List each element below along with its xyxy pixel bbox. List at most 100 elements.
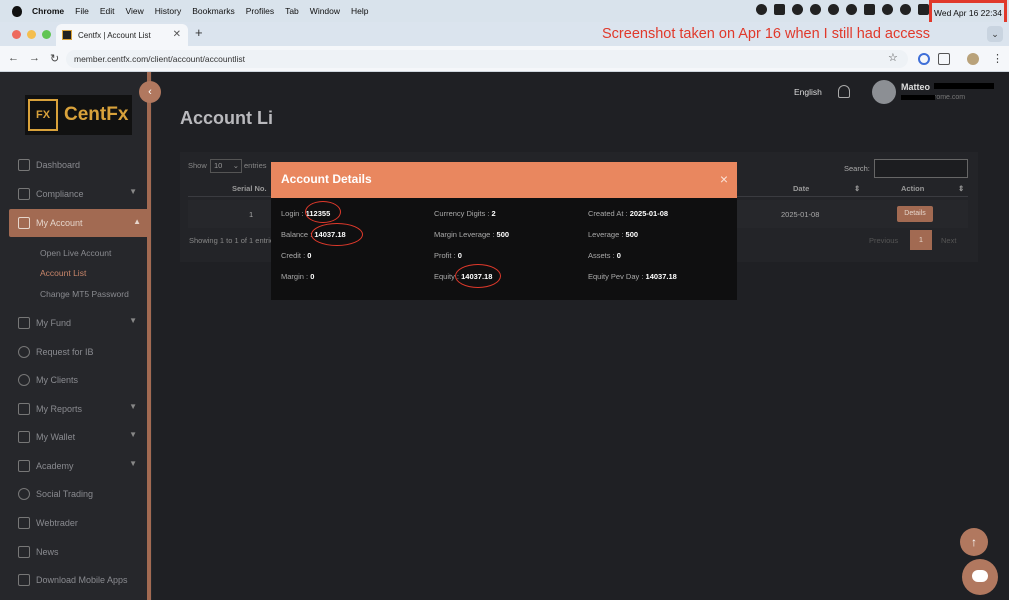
annotation-circle-equity <box>455 264 501 288</box>
menu-help[interactable]: Help <box>351 6 368 16</box>
sidebar-item-download-mobile-apps[interactable]: Download Mobile Apps <box>0 569 147 591</box>
menu-window[interactable]: Window <box>310 6 340 16</box>
menu-tab[interactable]: Tab <box>285 6 299 16</box>
menu-bookmarks[interactable]: Bookmarks <box>192 6 235 16</box>
next-page-button[interactable]: Next <box>941 236 956 245</box>
sidebar-subitem-open-live-account[interactable]: Open Live Account <box>40 248 111 258</box>
control-center-icon[interactable] <box>918 4 929 15</box>
field-label: Assets : <box>588 251 615 260</box>
menu-app-name[interactable]: Chrome <box>32 6 64 16</box>
kebab-menu-icon[interactable]: ⋮ <box>992 52 1003 65</box>
menu-edit[interactable]: Edit <box>100 6 115 16</box>
openai-icon[interactable] <box>792 4 803 15</box>
page-size-select[interactable]: 10 ⌄ <box>210 159 242 173</box>
field-label: Login : <box>281 209 304 218</box>
close-window-icon[interactable] <box>12 30 21 39</box>
mobile-icon <box>18 574 30 586</box>
bell-icon[interactable] <box>838 85 850 98</box>
sidebar-scrollbar[interactable] <box>147 72 151 600</box>
back-icon[interactable]: ← <box>8 52 19 64</box>
tab-search-icon[interactable]: ⌄ <box>987 26 1003 42</box>
tab-title: Centfx | Account List <box>78 30 151 40</box>
table-info: Showing 1 to 1 of 1 entries <box>189 236 278 245</box>
field-value: 0 <box>457 251 462 260</box>
menu-profiles[interactable]: Profiles <box>246 6 274 16</box>
language-selector[interactable]: English <box>794 87 822 97</box>
column-date[interactable]: Date <box>793 184 809 193</box>
address-bar[interactable]: member.centfx.com/client/account/account… <box>66 50 908 68</box>
column-action[interactable]: Action <box>901 184 924 193</box>
sidebar-item-label: My Reports <box>36 404 83 414</box>
fund-icon <box>18 317 30 329</box>
sidebar-item-social-trading[interactable]: Social Trading <box>0 483 147 505</box>
user-name[interactable]: Matteo <box>901 82 930 92</box>
modal-header: Account Details × <box>271 162 737 198</box>
wifi-icon[interactable] <box>882 4 893 15</box>
minimize-window-icon[interactable] <box>27 30 36 39</box>
sidebar-item-compliance[interactable]: Compliance ▼ <box>0 183 147 205</box>
sidebar-item-my-clients[interactable]: My Clients <box>0 369 147 391</box>
chat-button[interactable] <box>962 559 998 595</box>
sidebar-item-my-fund[interactable]: My Fund ▼ <box>0 312 147 334</box>
status-app-icon[interactable] <box>756 4 767 15</box>
sidebar-item-my-reports[interactable]: My Reports ▼ <box>0 398 147 420</box>
forward-icon[interactable]: → <box>29 52 40 64</box>
logo-mark: FX <box>28 99 58 131</box>
browser-tab-active[interactable]: Centfx | Account List ✕ <box>56 24 188 46</box>
sidebar-subitem-change-mt5-password[interactable]: Change MT5 Password <box>40 289 129 299</box>
maximize-window-icon[interactable] <box>42 30 51 39</box>
spotlight-search-icon[interactable] <box>900 4 911 15</box>
grid-icon[interactable] <box>774 4 785 15</box>
avatar[interactable] <box>872 80 896 104</box>
column-serial-no[interactable]: Serial No. <box>232 184 267 193</box>
menu-history[interactable]: History <box>155 6 181 16</box>
previous-page-button[interactable]: Previous <box>869 236 898 245</box>
sidebar-item-academy[interactable]: Academy ▼ <box>0 455 147 477</box>
sort-icon[interactable]: ⇕ <box>854 184 860 193</box>
field-label: Balance : <box>281 230 313 239</box>
annotation-circle-login <box>305 201 341 223</box>
user-status-icon[interactable] <box>828 4 839 15</box>
bookmark-star-icon[interactable]: ☆ <box>888 51 898 64</box>
sidebar-item-dashboard[interactable]: Dashboard <box>0 154 147 176</box>
menu-view[interactable]: View <box>125 6 143 16</box>
profile-avatar-icon[interactable] <box>967 53 979 65</box>
field-profit: Profit : 0 <box>434 251 462 260</box>
sidebar-collapse-button[interactable]: ‹ <box>139 81 161 103</box>
webtrader-icon <box>18 517 30 529</box>
sidebar-item-label: Download Mobile Apps <box>36 575 128 585</box>
play-icon[interactable] <box>846 4 857 15</box>
new-tab-icon[interactable]: + <box>195 25 203 40</box>
centfx-logo[interactable]: FX CentFx <box>25 95 132 135</box>
search-label: Search: <box>844 164 870 173</box>
modal-title: Account Details <box>281 172 372 186</box>
field-label: Leverage : <box>588 230 624 239</box>
account-icon <box>18 217 30 229</box>
page-1-button[interactable]: 1 <box>910 230 932 250</box>
sidebar-item-request-for-ib[interactable]: Request for IB <box>0 341 147 363</box>
document-icon <box>18 188 30 200</box>
status-circle-icon[interactable] <box>810 4 821 15</box>
sidebar-item-my-account[interactable]: My Account ▲ <box>9 209 151 237</box>
redacted-user-email <box>901 95 935 100</box>
close-tab-icon[interactable]: ✕ <box>173 29 181 40</box>
close-icon[interactable]: × <box>720 171 728 187</box>
apple-icon[interactable] <box>12 5 22 17</box>
scroll-to-top-button[interactable]: ↑ <box>960 528 988 556</box>
sort-icon[interactable]: ⇕ <box>958 184 964 193</box>
sidebar-item-webtrader[interactable]: Webtrader <box>0 512 147 534</box>
menu-file[interactable]: File <box>75 6 89 16</box>
user-email: rome.com <box>934 94 966 101</box>
extension-1password-icon[interactable] <box>918 53 930 65</box>
entries-label: entries <box>244 161 267 170</box>
sidebar-subitem-account-list[interactable]: Account List <box>40 268 86 278</box>
reload-icon[interactable]: ↻ <box>50 52 59 65</box>
battery-icon[interactable] <box>864 4 875 15</box>
details-button[interactable]: Details <box>897 206 933 222</box>
sidebar-item-news[interactable]: News <box>0 541 147 563</box>
extensions-puzzle-icon[interactable] <box>938 53 950 65</box>
wallet-icon <box>18 431 30 443</box>
search-input[interactable] <box>874 159 968 178</box>
sidebar-item-my-wallet[interactable]: My Wallet ▼ <box>0 426 147 448</box>
chevron-down-icon: ⌄ <box>232 161 239 170</box>
